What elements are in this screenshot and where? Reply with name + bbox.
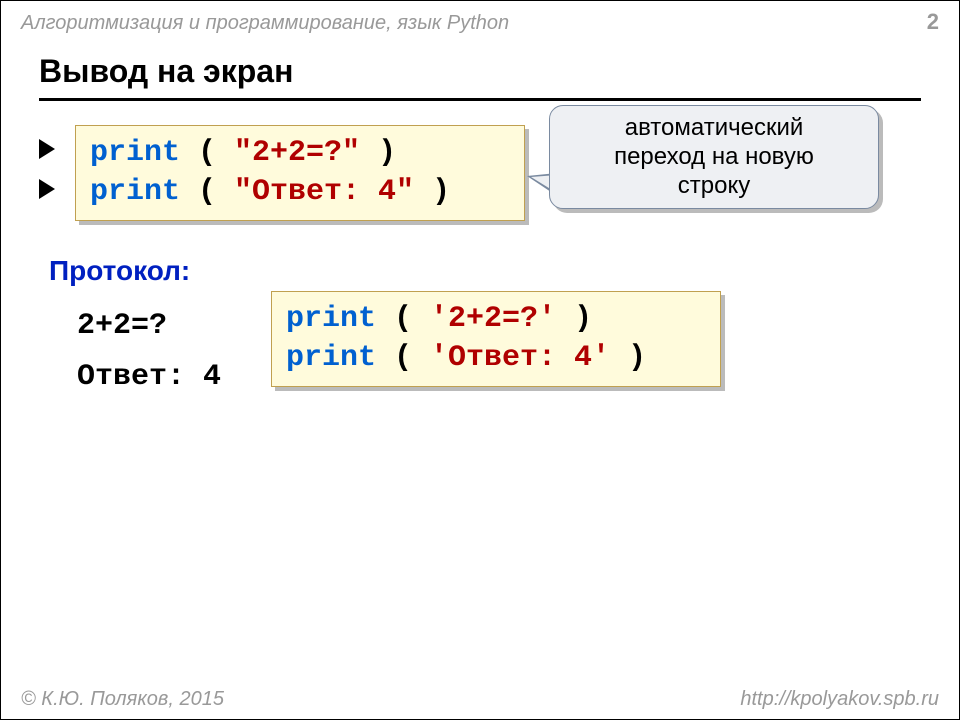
code-line: print ( '2+2=?' ) xyxy=(286,300,706,339)
output-line: 2+2=? xyxy=(77,301,221,352)
slide-footer: © К.Ю. Поляков, 2015 http://kpolyakov.sp… xyxy=(1,682,959,719)
code-line: print ( "2+2=?" ) xyxy=(90,134,510,173)
protocol-heading: Протокол: xyxy=(49,255,190,287)
callout-line: строку xyxy=(562,172,866,201)
callout-line: переход на новую xyxy=(562,143,866,172)
title-divider xyxy=(39,98,921,101)
bullet-icon xyxy=(39,179,55,199)
code-box-2: print ( '2+2=?' ) print ( 'Ответ: 4' ) xyxy=(271,291,721,387)
footer-url: http://kpolyakov.spb.ru xyxy=(740,688,939,711)
output-line: Ответ: 4 xyxy=(77,352,221,403)
code-line: print ( "Ответ: 4" ) xyxy=(90,173,510,212)
code-line: print ( 'Ответ: 4' ) xyxy=(286,339,706,378)
callout-line: автоматический xyxy=(562,114,866,143)
course-title: Алгоритмизация и программирование, язык … xyxy=(21,12,509,35)
footer-author: © К.Ю. Поляков, 2015 xyxy=(21,688,224,711)
slide-title: Вывод на экран xyxy=(1,39,959,98)
slide-header: Алгоритмизация и программирование, язык … xyxy=(1,1,959,39)
bullet-icon xyxy=(39,139,55,159)
code-box-1: print ( "2+2=?" ) print ( "Ответ: 4" ) xyxy=(75,125,525,221)
protocol-output: 2+2=? Ответ: 4 xyxy=(77,301,221,403)
page-number: 2 xyxy=(927,9,939,35)
code-bullets xyxy=(39,139,69,197)
callout-note: автоматический переход на новую строку xyxy=(549,105,879,209)
